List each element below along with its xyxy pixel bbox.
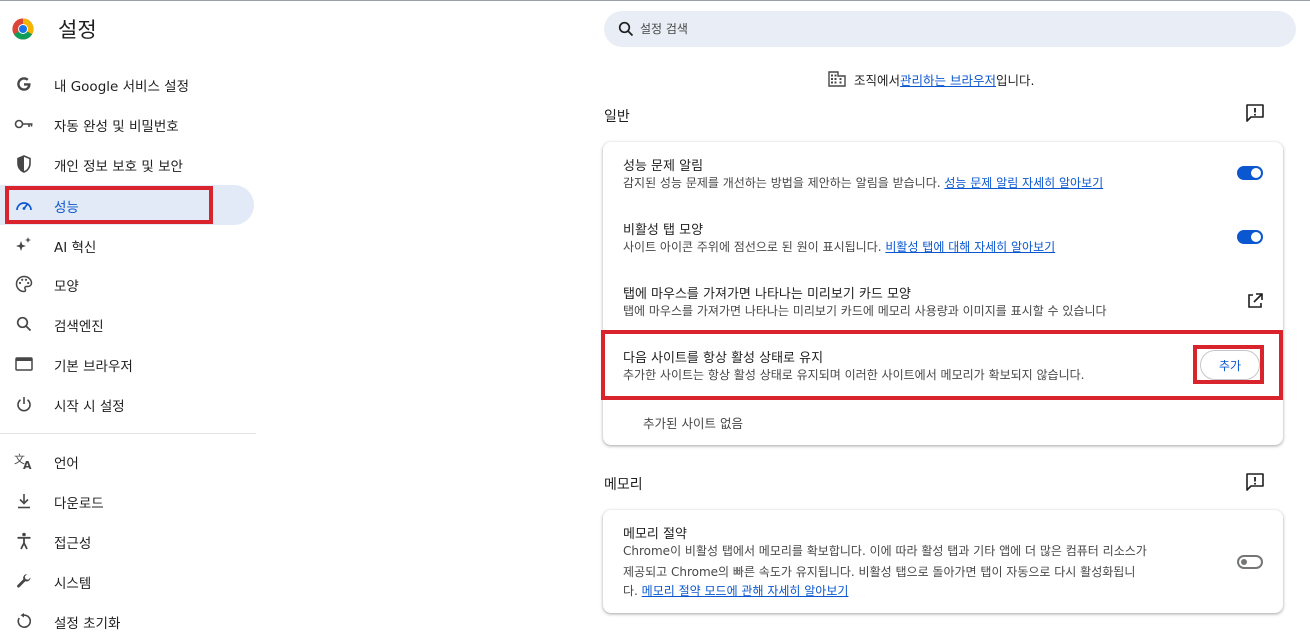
row-description: 감지된 성능 문제를 개선하는 방법을 제안하는 알림을 받습니다. 성능 문제… xyxy=(623,173,1103,193)
sidebar-item-label: 시작 시 설정 xyxy=(54,399,125,415)
performance-alert-toggle[interactable] xyxy=(1237,166,1263,180)
sidebar-item-label: 검색엔진 xyxy=(54,319,104,335)
managed-browser-link[interactable]: 관리하는 브라우저 xyxy=(900,70,996,89)
sidebar-item-label: 시스템 xyxy=(54,576,92,592)
empty-sites-text: 추가된 사이트 없음 xyxy=(643,416,743,431)
open-external-icon[interactable] xyxy=(1246,292,1264,310)
sidebar-item-label: 내 Google 서비스 설정 xyxy=(54,79,189,95)
row-description-text: 다. xyxy=(623,584,642,598)
section-title-general: 일반 xyxy=(604,109,630,125)
row-description-text: 사이트 아이콘 주위에 점선으로 된 원이 표시됩니다. xyxy=(623,240,886,254)
building-icon xyxy=(828,71,846,87)
learn-more-link[interactable]: 비활성 탭에 대해 자세히 알아보기 xyxy=(885,240,1055,254)
sidebar-item-on-startup[interactable]: 시작 시 설정 xyxy=(0,384,254,424)
sidebar-divider xyxy=(0,433,256,434)
search-icon xyxy=(618,21,634,37)
sidebar-item-label: 설정 초기화 xyxy=(54,616,121,632)
sidebar-item-label: 개인 정보 보호 및 보안 xyxy=(54,159,183,175)
download-icon xyxy=(14,491,34,511)
general-settings-card: 성능 문제 알림 감지된 성능 문제를 개선하는 방법을 제안하는 알림을 받습… xyxy=(603,142,1283,445)
browser-window-icon xyxy=(14,354,34,374)
page-title: 설정 xyxy=(58,18,97,42)
brand: 설정 xyxy=(12,14,97,44)
sidebar-item-downloads[interactable]: 다운로드 xyxy=(0,481,254,521)
memory-saver-toggle[interactable] xyxy=(1237,555,1263,569)
row-description-line: Chrome이 비활성 탭에서 메모리를 확보합니다. 이에 따라 활성 탭과 … xyxy=(623,544,1147,558)
sidebar-item-label: 모양 xyxy=(54,279,79,295)
inactive-tab-appearance-toggle[interactable] xyxy=(1237,230,1263,244)
reset-icon xyxy=(14,611,34,631)
row-title: 성능 문제 알림 xyxy=(623,159,704,174)
sidebar-item-label: 다운로드 xyxy=(54,496,104,512)
sidebar-item-system[interactable]: 시스템 xyxy=(0,561,254,601)
accessibility-icon xyxy=(14,531,34,551)
sidebar-item-label: 자동 완성 및 비밀번호 xyxy=(54,119,179,135)
key-icon xyxy=(14,114,34,134)
managed-text-prefix: 조직에서 xyxy=(854,72,901,88)
managed-text-suffix: 입니다. xyxy=(996,72,1035,88)
sidebar-item-label: 접근성 xyxy=(54,536,92,552)
sidebar-item-ai[interactable]: AI 혁신 xyxy=(0,225,254,265)
svg-text:A: A xyxy=(23,459,32,470)
highlight-box-performance xyxy=(5,186,213,224)
sidebar-item-label: AI 혁신 xyxy=(54,240,97,256)
search-input[interactable] xyxy=(640,19,1260,39)
learn-more-link[interactable]: 메모리 절약 모드에 관해 자세히 알아보기 xyxy=(642,584,849,598)
search-icon xyxy=(14,314,34,334)
memory-settings-card: 메모리 절약 Chrome이 비활성 탭에서 메모리를 확보합니다. 이에 따라… xyxy=(603,510,1283,613)
row-description: 사이트 아이콘 주위에 점선으로 된 원이 표시됩니다. 비활성 탭에 대해 자… xyxy=(623,237,1055,257)
search-bar[interactable] xyxy=(604,11,1296,47)
sidebar-item-reset[interactable]: 설정 초기화 xyxy=(0,601,254,641)
sidebar-item-appearance[interactable]: 모양 xyxy=(0,264,254,304)
row-description-text: 감지된 성능 문제를 개선하는 방법을 제안하는 알림을 받습니다. xyxy=(623,176,945,190)
sidebar-item-google-services[interactable]: 내 Google 서비스 설정 xyxy=(0,64,254,104)
row-title: 메모리 절약 xyxy=(623,527,687,542)
row-description: 탭에 마우스를 가져가면 나타나는 미리보기 카드에 메모리 사용량과 이미지를… xyxy=(623,304,1107,318)
sidebar-item-label: 언어 xyxy=(54,456,79,472)
sidebar-item-languages[interactable]: 文A 언어 xyxy=(0,441,254,481)
add-site-button[interactable]: 추가 xyxy=(1200,350,1260,380)
managed-notice: 조직에서 관리하는 브라우저 입니다. xyxy=(828,69,1034,89)
row-description-line: 다. 메모리 절약 모드에 관해 자세히 알아보기 xyxy=(623,581,848,601)
row-title: 다음 사이트를 항상 활성 상태로 유지 xyxy=(623,351,824,366)
sparkle-icon xyxy=(14,235,34,255)
sidebar-item-search-engine[interactable]: 검색엔진 xyxy=(0,304,254,344)
chrome-logo-icon xyxy=(12,18,34,40)
sidebar-item-autofill[interactable]: 자동 완성 및 비밀번호 xyxy=(0,104,254,144)
row-title: 비활성 탭 모양 xyxy=(623,223,704,238)
google-g-icon xyxy=(14,74,34,94)
feedback-icon[interactable] xyxy=(1245,472,1265,492)
wrench-icon xyxy=(14,571,34,591)
shield-icon xyxy=(14,154,34,174)
translate-icon: 文A xyxy=(14,451,34,471)
sidebar-item-default-browser[interactable]: 기본 브라우저 xyxy=(0,344,254,384)
palette-icon xyxy=(14,274,34,294)
section-title-memory: 메모리 xyxy=(604,477,643,493)
sidebar-item-privacy[interactable]: 개인 정보 보호 및 보안 xyxy=(0,144,254,184)
row-description: 추가한 사이트는 항상 활성 상태로 유지되며 이러한 사이트에서 메모리가 확… xyxy=(623,368,1085,382)
feedback-icon[interactable] xyxy=(1245,103,1265,123)
row-description-line: 제공되고 Chrome의 빠른 속도가 유지됩니다. 비활성 탭으로 돌아가면 … xyxy=(623,565,1136,579)
sidebar: 설정 내 Google 서비스 설정 자동 완성 및 비밀번호 개인 정보 보호… xyxy=(0,0,262,643)
sidebar-item-label: 기본 브라우저 xyxy=(54,359,133,375)
power-icon xyxy=(14,394,34,414)
row-title: 탭에 마우스를 가져가면 나타나는 미리보기 카드 모양 xyxy=(623,287,911,302)
sidebar-item-accessibility[interactable]: 접근성 xyxy=(0,521,254,561)
learn-more-link[interactable]: 성능 문제 알림 자세히 알아보기 xyxy=(944,176,1103,190)
